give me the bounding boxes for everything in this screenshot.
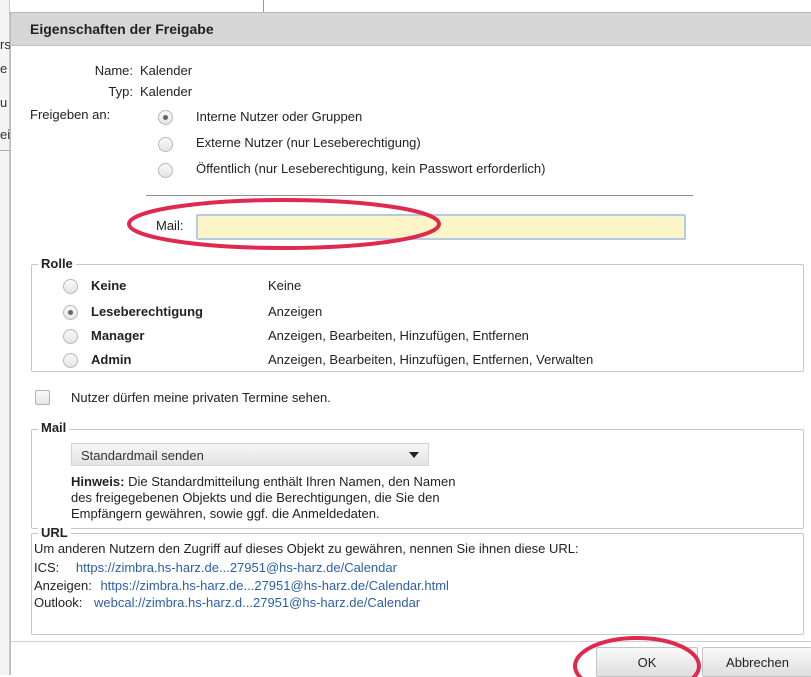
- background-divider: [0, 150, 10, 151]
- background-text: ei: [0, 127, 11, 142]
- mail-label: Mail:: [156, 218, 184, 233]
- mail-hint-bold: Hinweis:: [71, 474, 125, 489]
- mail-template-select[interactable]: Standardmail senden: [71, 443, 429, 466]
- type-value: Kalender: [140, 84, 193, 99]
- ok-button[interactable]: OK: [596, 647, 698, 677]
- mail-legend: Mail: [38, 420, 70, 435]
- view-row: Anzeigen: https://zimbra.hs-harz.de...27…: [34, 578, 449, 593]
- url-intro: Um anderen Nutzern den Zugriff auf diese…: [34, 541, 579, 556]
- role-admin-name[interactable]: Admin: [91, 352, 131, 367]
- role-admin-desc: Anzeigen, Bearbeiten, Hinzufügen, Entfer…: [268, 352, 594, 367]
- share-public-label[interactable]: Öffentlich (nur Leseberechtigung, kein P…: [196, 161, 546, 176]
- footer-separator: [11, 641, 811, 642]
- dialog-title: Eigenschaften der Freigabe: [11, 13, 811, 46]
- mail-hint-line1: Die Standardmitteilung enthält Ihren Nam…: [124, 474, 456, 489]
- mail-hint-line2: des freigegebenen Objekts und die Berech…: [71, 490, 440, 505]
- share-with-label: Freigeben an:: [30, 107, 111, 122]
- share-external-label[interactable]: Externe Nutzer (nur Leseberechtigung): [196, 135, 421, 150]
- private-appointments-label[interactable]: Nutzer dürfen meine privaten Termine seh…: [71, 390, 331, 405]
- ics-link[interactable]: https://zimbra.hs-harz.de...27951@hs-har…: [76, 560, 397, 575]
- background-text: u: [0, 95, 8, 110]
- share-internal-radio[interactable]: [158, 110, 173, 125]
- role-none-desc: Keine: [268, 278, 302, 293]
- role-read-desc: Anzeigen: [268, 304, 323, 319]
- view-label: Anzeigen:: [34, 578, 92, 593]
- background-window: rs e u ei: [0, 0, 11, 675]
- role-legend: Rolle: [38, 256, 76, 271]
- role-read-radio[interactable]: [63, 305, 78, 320]
- role-manager-desc: Anzeigen, Bearbeiten, Hinzufügen, Entfer…: [268, 328, 529, 343]
- ics-row: ICS: https://zimbra.hs-harz.de...27951@h…: [34, 560, 397, 575]
- view-link[interactable]: https://zimbra.hs-harz.de...27951@hs-har…: [100, 578, 448, 593]
- ics-label: ICS:: [34, 560, 60, 575]
- name-label: Name:: [94, 63, 133, 78]
- outlook-row: Outlook: webcal://zimbra.hs-harz.d...279…: [34, 595, 420, 610]
- share-internal-label[interactable]: Interne Nutzer oder Gruppen: [196, 109, 362, 124]
- mail-hint: Hinweis: Die Standardmitteilung enthält …: [71, 474, 455, 522]
- url-legend: URL: [38, 525, 71, 540]
- role-read-name[interactable]: Leseberechtigung: [91, 304, 203, 319]
- type-label: Typ:: [108, 84, 133, 99]
- mail-input[interactable]: [196, 214, 686, 240]
- cancel-button[interactable]: Abbrechen: [702, 647, 811, 677]
- outlook-link[interactable]: webcal://zimbra.hs-harz.d...27951@hs-har…: [94, 595, 420, 610]
- role-none-name[interactable]: Keine: [91, 278, 126, 293]
- share-public-radio[interactable]: [158, 163, 173, 178]
- role-manager-radio[interactable]: [63, 329, 78, 344]
- name-value: Kalender: [140, 63, 193, 78]
- mail-hint-line3: Empfängern gewähren, sowie ggf. die Anme…: [71, 506, 380, 521]
- outlook-label: Outlook:: [34, 595, 83, 610]
- private-appointments-checkbox[interactable]: [35, 390, 50, 405]
- background-divider: [263, 0, 264, 12]
- share-external-radio[interactable]: [158, 137, 173, 152]
- role-manager-name[interactable]: Manager: [91, 328, 144, 343]
- mail-template-value: Standardmail senden: [81, 448, 204, 463]
- role-none-radio[interactable]: [63, 279, 78, 294]
- share-properties-dialog: Eigenschaften der Freigabe Name: Kalende…: [10, 12, 811, 677]
- role-admin-radio[interactable]: [63, 353, 78, 368]
- background-text: e: [0, 61, 8, 76]
- separator: [146, 195, 693, 196]
- dropdown-arrow-icon: [409, 452, 419, 458]
